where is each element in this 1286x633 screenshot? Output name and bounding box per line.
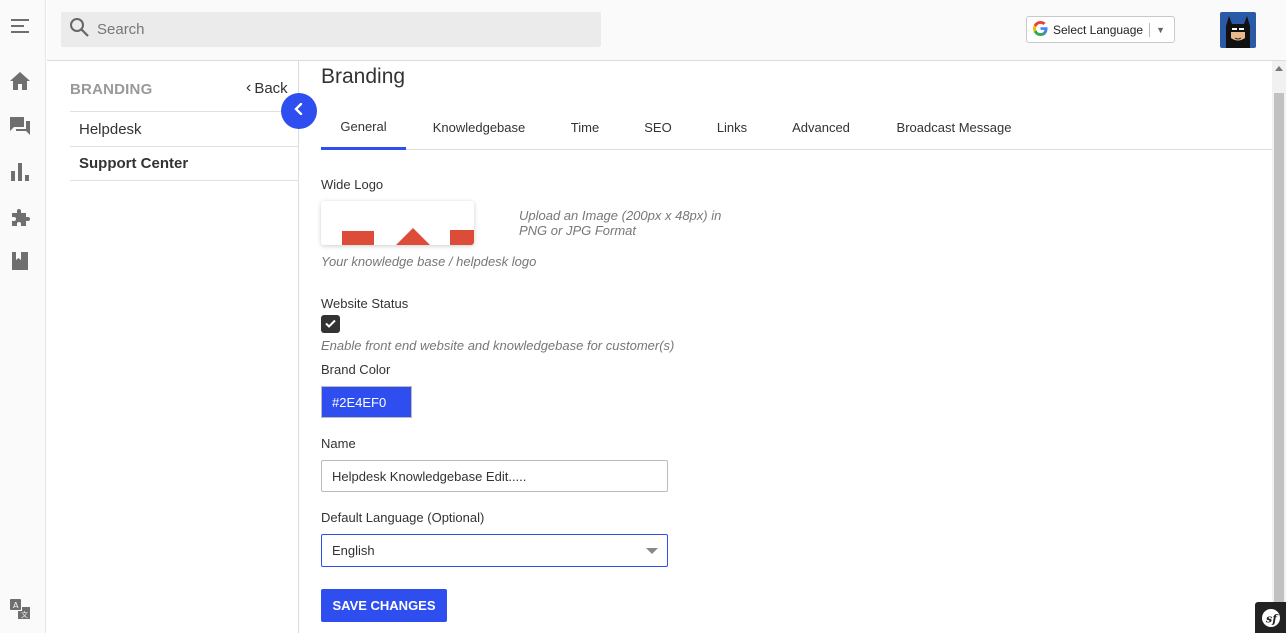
page-title: Branding [321,65,406,88]
language-selector-label: Select Language [1053,22,1144,37]
wide-logo-help: Your knowledge base / helpdesk logo [321,254,537,269]
knowledgebase-icon[interactable] [9,250,31,272]
upload-hint: Upload an Image (200px x 48px) in PNG or… [519,208,722,238]
website-status-checkbox[interactable] [321,315,340,333]
left-rail: A文 [0,0,46,633]
tab-general[interactable]: General [321,105,406,150]
default-language-select[interactable]: English [321,534,668,567]
separator [1149,22,1151,37]
checkmark-icon [325,315,336,333]
search-input[interactable] [97,21,577,38]
symfony-toolbar-icon[interactable]: sf [1255,602,1286,633]
scrollbar-thumb[interactable] [1274,93,1284,633]
svg-text:文: 文 [21,610,28,619]
chevron-left-icon [294,102,304,120]
logo-image [342,228,474,245]
scrollbar[interactable] [1272,61,1286,633]
website-status-label: Website Status [321,296,409,311]
sidebar-item-label: Helpdesk [79,120,142,138]
tab-bar: General Knowledgebase Time SEO Links Adv… [321,105,1272,150]
chevron-left-icon: ‹ [246,79,252,96]
default-language-label: Default Language (Optional) [321,510,485,525]
scroll-up-arrow-icon[interactable] [1275,66,1283,71]
apps-icon[interactable] [9,206,31,228]
svg-text:A: A [13,601,19,610]
reports-icon[interactable] [9,161,31,183]
search-box[interactable] [61,12,601,47]
sidebar-item-support-center[interactable]: Support Center [70,146,299,181]
tab-broadcast-message[interactable]: Broadcast Message [881,105,1027,150]
dropdown-arrow-icon: ▼ [1156,24,1165,35]
tab-advanced[interactable]: Advanced [777,105,865,150]
language-selector[interactable]: Select Language ▼ [1026,16,1175,43]
tickets-icon[interactable] [9,115,31,137]
branding-sidebar: BRANDING ‹ Back Helpdesk Support Center [47,61,299,633]
tab-links[interactable]: Links [701,105,763,150]
main-content: Branding General Knowledgebase Time SEO … [300,61,1272,633]
brand-color-label: Brand Color [321,362,391,377]
name-input[interactable] [321,460,668,492]
back-link[interactable]: ‹ Back [246,79,288,97]
save-changes-button[interactable]: SAVE CHANGES [321,589,447,622]
wide-logo-label: Wide Logo [321,177,384,192]
tab-time[interactable]: Time [557,105,613,150]
back-label: Back [254,79,288,97]
search-icon [69,17,89,42]
default-language-value: English [332,543,375,558]
menu-icon[interactable] [9,15,31,37]
tab-seo[interactable]: SEO [629,105,687,150]
collapse-sidebar-button[interactable] [281,93,317,129]
chevron-down-icon [646,548,658,554]
top-bar: Select Language ▼ [47,0,1286,61]
wide-logo-preview[interactable] [321,201,474,245]
website-status-help: Enable front end website and knowledgeba… [321,338,675,353]
avatar[interactable] [1220,12,1256,48]
sidebar-item-label: Support Center [79,155,189,172]
sidebar-item-helpdesk[interactable]: Helpdesk [70,111,299,146]
brand-color-input[interactable]: #2E4EF0 [321,386,412,418]
translate-icon[interactable]: A文 [9,598,31,620]
tab-knowledgebase[interactable]: Knowledgebase [419,105,539,150]
google-icon [1033,20,1048,39]
home-icon[interactable] [9,70,31,92]
name-label: Name [321,436,356,451]
sidebar-title: BRANDING [70,81,153,98]
